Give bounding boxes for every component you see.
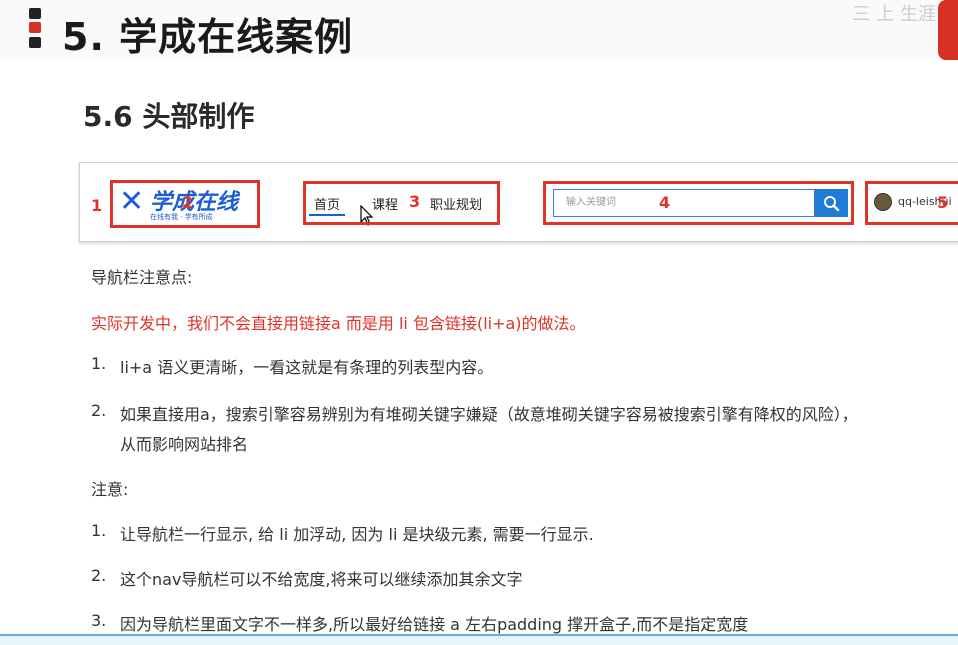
list-number: 2.: [91, 566, 107, 585]
video-progress-line[interactable]: [0, 634, 958, 636]
bullet-icon: [29, 8, 41, 19]
annotation-box-search: [543, 181, 854, 225]
notes-heading: 导航栏注意点:: [91, 268, 193, 287]
annotation-box-nav: [303, 181, 500, 225]
list-item: 让导航栏一行显示, 给 li 加浮动, 因为 li 是块级元素, 需要一行显示.: [120, 525, 594, 544]
list-item: li+a 语义更清晰，一看这就是有条理的列表型内容。: [120, 358, 494, 377]
list-item: 如果直接用a，搜索引擎容易辨别为有堆砌关键字嫌疑（故意堆砌关键字容易被搜索引擎有…: [120, 405, 858, 424]
bullet-icon: [29, 22, 41, 33]
annotation-number: 4: [659, 193, 671, 212]
watermark: 三 上 生涯: [852, 4, 936, 25]
list-item-continued: 从而影响网站排名: [120, 435, 249, 454]
annotation-number: 5: [937, 193, 949, 212]
annotation-number: 3: [409, 192, 421, 211]
section-title: 5.6 头部制作: [83, 100, 255, 133]
list-item: 这个nav导航栏可以不给宽度,将来可以继续添加其余文字: [120, 570, 523, 589]
bullet-icon: [29, 37, 41, 48]
list-number: 3.: [91, 611, 107, 630]
warning-text: 实际开发中，我们不会直接用链接a 而是用 li 包含链接(li+a)的做法。: [91, 314, 586, 333]
list-number: 1.: [91, 521, 107, 540]
corner-badge: [938, 0, 958, 60]
slide-title: 5. 学成在线案例: [62, 15, 354, 59]
list-number: 1.: [91, 354, 107, 373]
annotation-number: 1: [91, 196, 103, 215]
list-item: 因为导航栏里面文字不一样多,所以最好给链接 a 左右padding 撑开盒子,而…: [120, 615, 749, 634]
annotation-number: 2: [182, 193, 194, 212]
notes-heading: 注意:: [91, 480, 129, 499]
list-number: 2.: [91, 401, 107, 420]
